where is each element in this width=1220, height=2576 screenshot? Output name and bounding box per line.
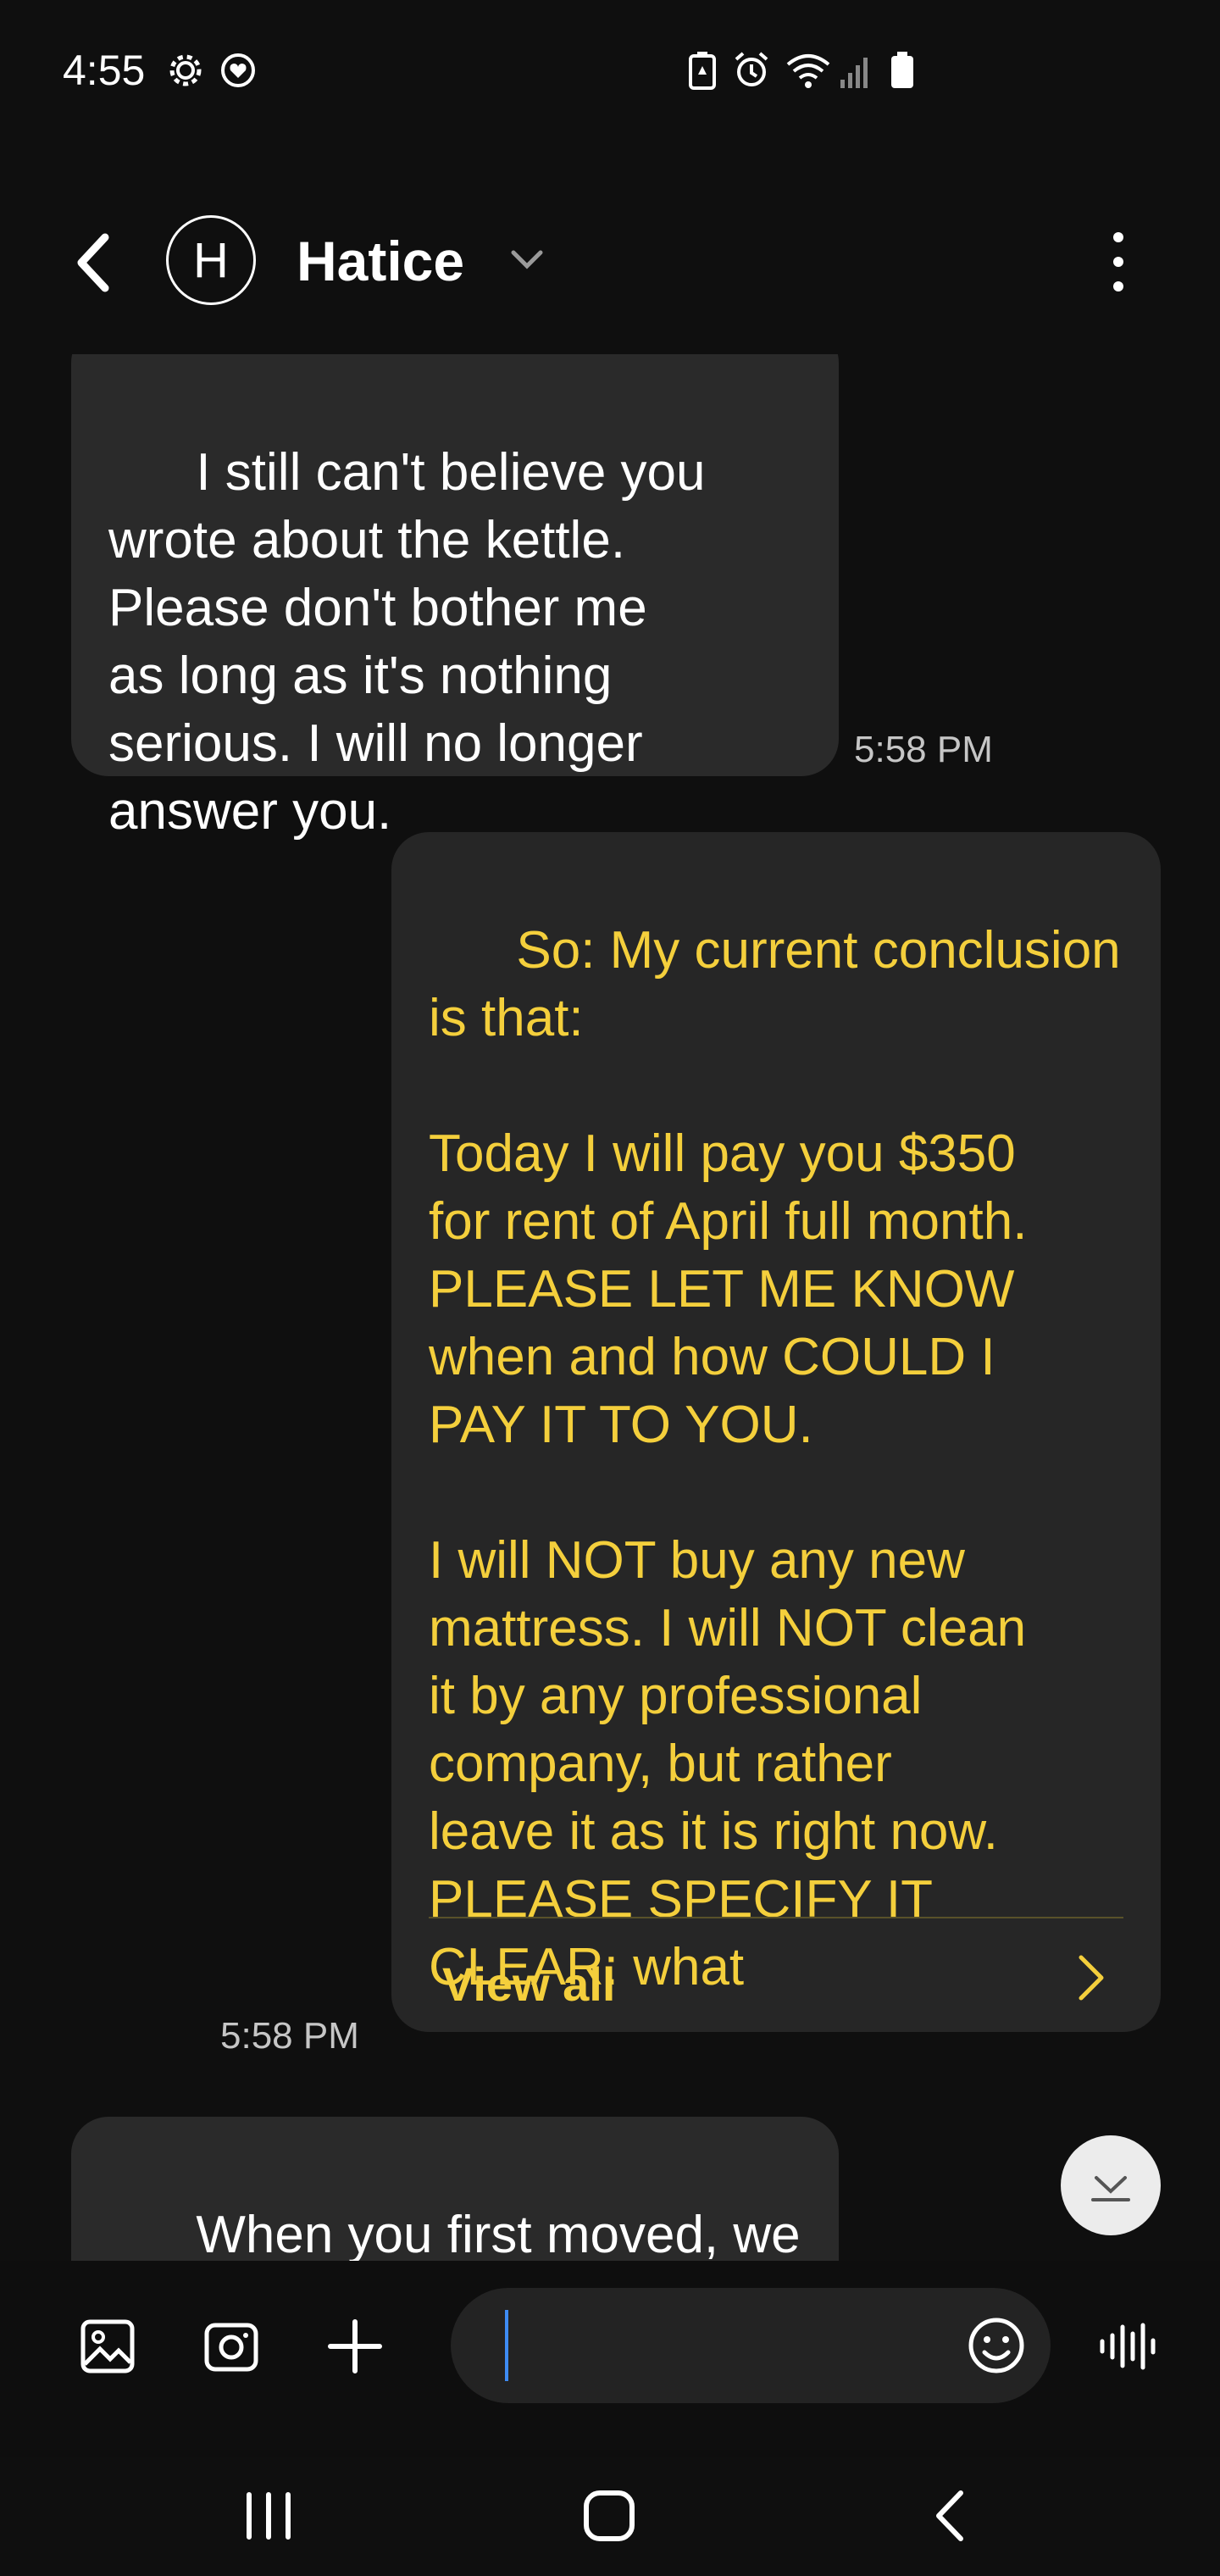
messages-screen: 4:55 H Hatice I still can't believe you … — [0, 0, 1220, 2576]
status-bar: 4:55 — [0, 0, 1220, 144]
recents-icon[interactable] — [241, 2486, 297, 2545]
smiley-icon[interactable] — [968, 2317, 1025, 2374]
view-all-button[interactable]: View all — [429, 1917, 1123, 2032]
chevron-down-icon[interactable] — [508, 247, 546, 273]
message-time: 5:58 PM — [220, 2015, 359, 2057]
message-text: So: My current conclusion is that: Today… — [429, 921, 1121, 1996]
status-time: 4:55 — [63, 47, 146, 94]
message-input[interactable] — [451, 2288, 1051, 2403]
conversation-header: H Hatice — [0, 203, 1220, 322]
alarm-icon — [735, 52, 768, 86]
battery-icon — [891, 52, 913, 88]
heart-shield-icon — [221, 53, 255, 87]
message-list[interactable]: I still can't believe you wrote about th… — [0, 354, 1220, 2261]
more-vertical-icon[interactable] — [1101, 225, 1135, 298]
incoming-message[interactable]: I still can't believe you wrote about th… — [71, 354, 839, 841]
contact-name[interactable]: Hatice — [297, 229, 464, 293]
scroll-to-bottom-icon — [1091, 2176, 1130, 2201]
chevron-right-icon — [1079, 1955, 1104, 2001]
message-time: 5:58 PM — [854, 729, 993, 770]
battery-saver-icon — [689, 52, 716, 90]
message-text: When you first moved, we agreed that you… — [196, 2206, 801, 2261]
gear-icon — [169, 54, 202, 86]
scroll-to-bottom-button[interactable] — [1061, 2135, 1161, 2235]
navigation-bar — [0, 2457, 1220, 2576]
wifi-icon — [786, 54, 830, 88]
back-icon[interactable] — [923, 2486, 979, 2545]
incoming-message[interactable]: When you first moved, we agreed that you… — [71, 2117, 839, 2261]
voice-waveform-icon[interactable] — [1098, 2318, 1157, 2374]
outgoing-message[interactable]: So: My current conclusion is that: Today… — [391, 832, 1161, 2032]
message-text: I still can't believe you wrote about th… — [108, 443, 706, 841]
text-cursor — [505, 2310, 508, 2381]
signal-icon — [840, 58, 868, 88]
camera-icon[interactable] — [203, 2318, 259, 2374]
image-icon[interactable] — [80, 2318, 136, 2374]
home-icon[interactable] — [581, 2486, 637, 2545]
avatar[interactable]: H — [166, 215, 256, 305]
message-composer — [0, 2288, 1220, 2407]
chevron-left-icon[interactable] — [68, 229, 119, 297]
avatar-letter: H — [193, 232, 229, 288]
plus-icon[interactable] — [327, 2318, 383, 2374]
view-all-label: View all — [442, 1957, 616, 2011]
